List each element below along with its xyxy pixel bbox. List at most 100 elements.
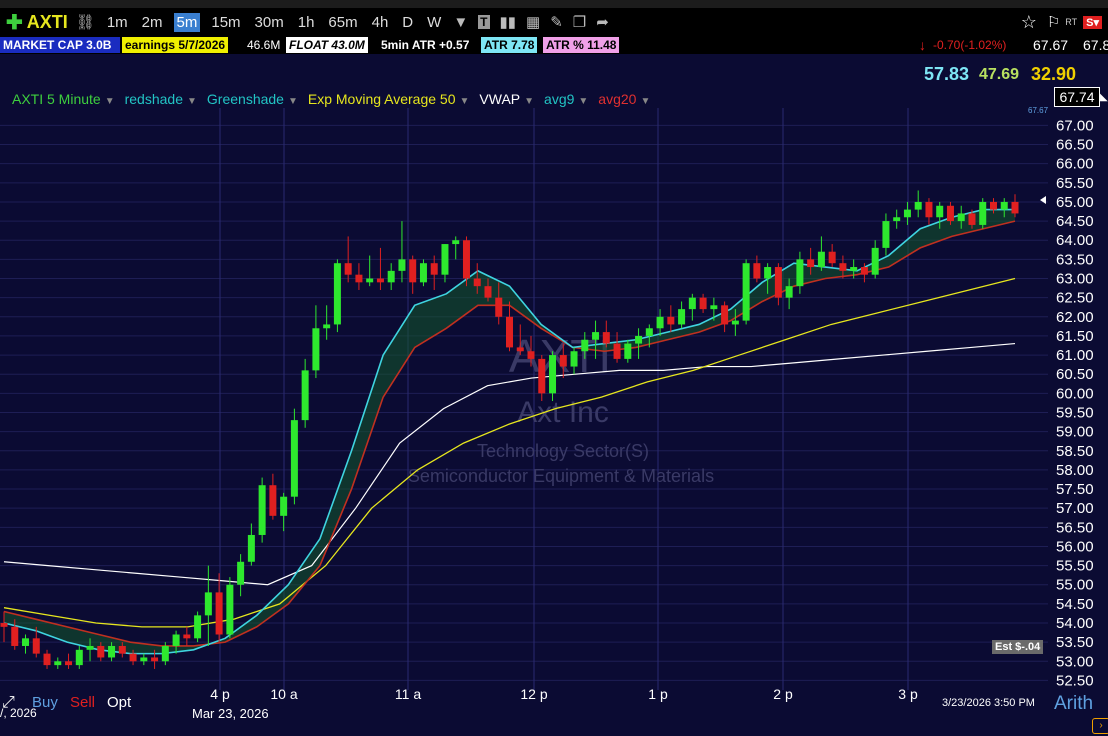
legend-item[interactable]: redshade ▼ — [125, 91, 201, 107]
atr-badge: ATR 7.78 — [481, 37, 538, 53]
candle-body — [989, 201, 997, 210]
indicator-legend: AXTI 5 Minute ▼ redshade ▼ Greenshade ▼ Exp Mo… — [12, 91, 660, 107]
candle-body — [527, 351, 535, 359]
legend-item[interactable]: Exp Moving Average 50 ▼ — [308, 91, 474, 107]
candle-body — [430, 263, 438, 275]
dropdown-arrow-icon[interactable]: ▼ — [453, 14, 468, 31]
bar-chart-icon[interactable]: ▮▮ — [500, 13, 517, 31]
legend-item[interactable]: AXTI 5 Minute ▼ — [12, 91, 119, 107]
candle-body — [731, 320, 739, 325]
candle-body — [312, 328, 320, 371]
trade-arrow-icon[interactable]: ⤢ — [2, 694, 15, 712]
watermark-text: Semiconductor Equipment & Materials — [408, 466, 714, 486]
candle-body — [344, 263, 352, 275]
timeframe-1m[interactable]: 1m — [104, 13, 131, 32]
link-icon[interactable]: ⛓ — [76, 13, 95, 31]
price-tick-label: 59.00 — [1056, 424, 1094, 441]
candle-body — [925, 201, 933, 218]
candle-body — [151, 657, 159, 662]
candle-body — [656, 316, 664, 329]
options-button[interactable]: Opt — [107, 694, 131, 711]
scale-mode-toggle[interactable]: Arith — [1054, 693, 1093, 715]
legend-item[interactable]: avg9 ▼ — [544, 91, 592, 107]
price-chart[interactable]: 67.00 66.50 66.00 65.50 65.00 64.50 64.00 63.50… — [0, 54, 1108, 736]
candle-body — [968, 213, 976, 225]
market-cap-badge: MARKET CAP 3.0B — [0, 37, 120, 53]
price-tick-label: 60.50 — [1056, 366, 1094, 383]
buy-button[interactable]: Buy — [32, 694, 58, 711]
share-icon[interactable]: ➦ — [596, 13, 609, 31]
dropdown-caret-icon[interactable]: ▼ — [578, 96, 588, 107]
candle-body — [979, 201, 987, 225]
timeframe-1h[interactable]: 1h — [295, 13, 318, 32]
symbol-input[interactable]: AXTI — [27, 12, 68, 33]
timeframe-2m[interactable]: 2m — [139, 13, 166, 32]
candle-body — [333, 263, 341, 325]
copy-icon[interactable]: ❐ — [573, 13, 586, 31]
time-tick-label: 4 p — [210, 686, 230, 702]
sell-button[interactable]: Sell — [70, 694, 95, 711]
candle-body — [957, 213, 965, 222]
candle-body — [936, 205, 944, 218]
candle-body — [946, 205, 954, 222]
price-tick-label: 57.00 — [1056, 500, 1094, 517]
dropdown-caret-icon[interactable]: ▼ — [524, 96, 534, 107]
candle-body — [409, 259, 417, 283]
legend-item[interactable]: avg20 ▼ — [598, 91, 654, 107]
candle-body — [129, 653, 137, 662]
candle-body — [602, 332, 610, 344]
star-icon[interactable]: ☆ — [1021, 12, 1037, 33]
legend-label: avg9 — [544, 91, 575, 107]
tab-strip[interactable] — [0, 0, 1108, 8]
timeframe-D[interactable]: D — [399, 13, 416, 32]
candle-body — [903, 209, 911, 218]
legend-item[interactable]: VWAP ▼ — [479, 91, 538, 107]
price-tick-label: 64.50 — [1056, 213, 1094, 230]
price-tick-label: 66.00 — [1056, 156, 1094, 173]
chevron-right-icon[interactable]: › — [1092, 718, 1108, 734]
timeframe-30m[interactable]: 30m — [252, 13, 287, 32]
timeframe-list: 1m 2m 5m 15m 30m 1h 65m 4h D W — [100, 12, 448, 32]
dropdown-caret-icon[interactable]: ▼ — [187, 96, 197, 107]
time-tick-label: 11 a — [395, 686, 421, 702]
timeframe-4h[interactable]: 4h — [369, 13, 392, 32]
pencil-icon[interactable]: ✎ — [550, 13, 563, 31]
dropdown-caret-icon[interactable]: ▼ — [640, 96, 650, 107]
text-tool-icon[interactable]: T — [478, 15, 490, 29]
expand-arrow-icon[interactable]: ◣ — [1100, 92, 1108, 103]
toolbar: ✚ AXTI ⛓ 1m 2m 5m 15m 30m 1h 65m 4h D W ▼ T ▮▮ ▦ … — [0, 8, 1108, 36]
candle-body — [753, 263, 761, 279]
legend-item[interactable]: Greenshade ▼ — [207, 91, 302, 107]
candle-body — [796, 259, 804, 287]
candle-body — [22, 638, 30, 646]
s-badge-icon[interactable]: S▾ — [1083, 15, 1102, 29]
candle-body — [43, 653, 51, 666]
candle-body — [592, 332, 600, 340]
quote-1: 57.83 — [924, 64, 970, 84]
candle-body — [785, 286, 793, 298]
timeframe-65m[interactable]: 65m — [325, 13, 360, 32]
legend-label: AXTI 5 Minute — [12, 91, 101, 107]
dropdown-caret-icon[interactable]: ▼ — [288, 96, 298, 107]
date-label: Mar 23, 2026 — [192, 706, 269, 721]
candle-body — [301, 370, 309, 421]
timeframe-15m[interactable]: 15m — [208, 13, 243, 32]
price-tick-label: 61.50 — [1056, 328, 1094, 345]
timeframe-5m[interactable]: 5m — [173, 12, 201, 32]
timeframe-W[interactable]: W — [424, 13, 444, 32]
price-tick-label: 62.00 — [1056, 309, 1094, 326]
candle-body — [764, 267, 772, 279]
candle-body — [538, 358, 546, 394]
dropdown-caret-icon[interactable]: ▼ — [105, 96, 115, 107]
candle-body — [742, 263, 750, 321]
calculator-icon[interactable]: ▦ — [526, 13, 540, 31]
time-tick-label: 2 p — [773, 686, 793, 702]
avg20-line — [3, 220, 1016, 647]
flag-icon[interactable]: ⚐ — [1047, 13, 1060, 31]
float-badge: FLOAT 43.0M — [286, 37, 368, 53]
dropdown-caret-icon[interactable]: ▼ — [460, 96, 470, 107]
add-symbol-icon[interactable]: ✚ — [6, 10, 23, 35]
candle-body — [204, 592, 212, 616]
chart-area[interactable]: 67.00 66.50 66.00 65.50 65.00 64.50 64.00 63.50… — [0, 54, 1108, 736]
time-tick-label: 1 p — [648, 686, 668, 702]
